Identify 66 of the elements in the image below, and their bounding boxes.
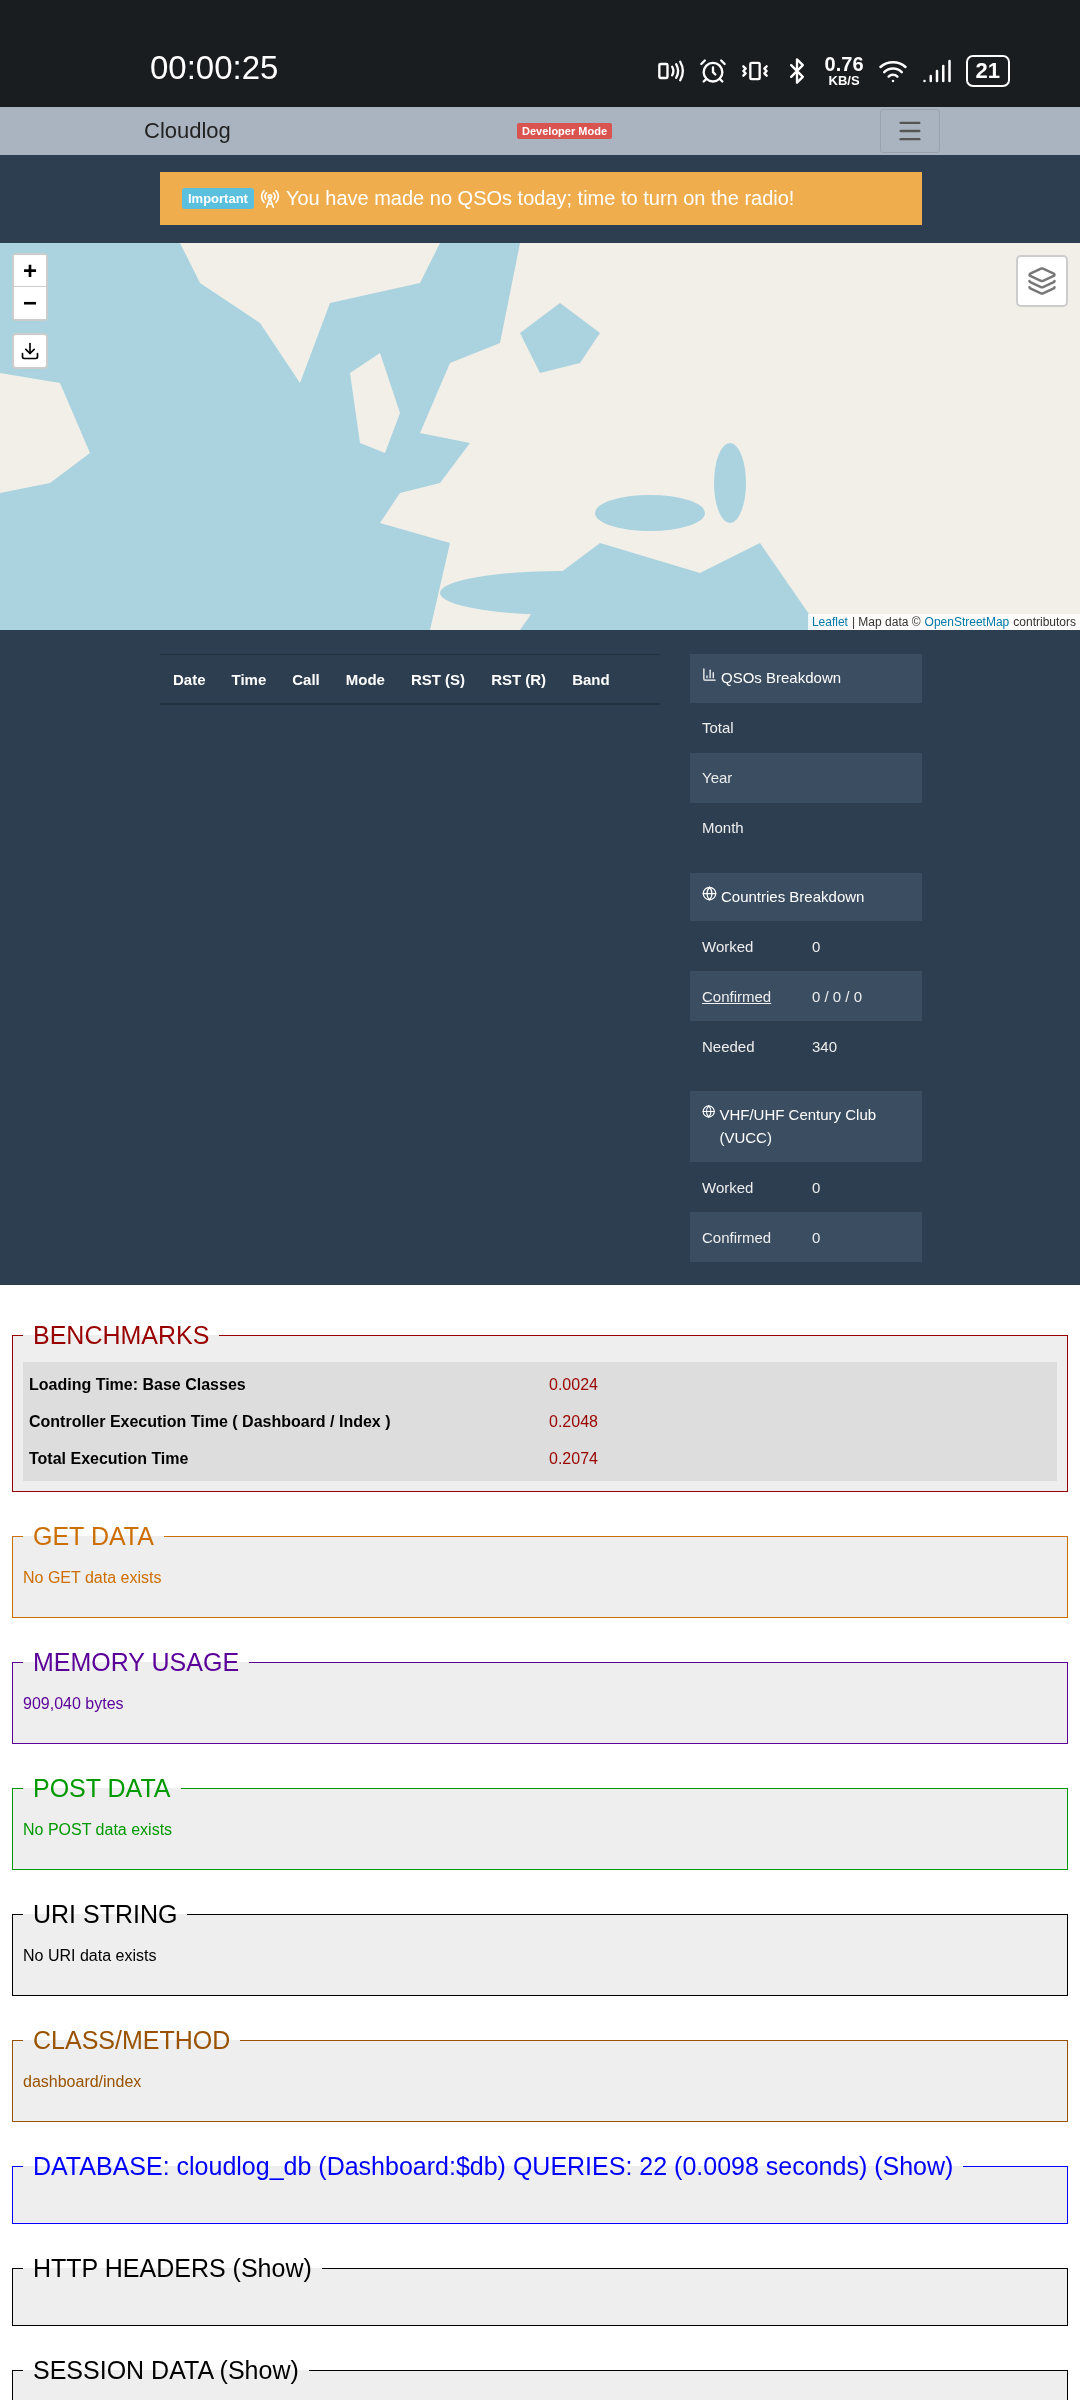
globe-icon — [702, 1104, 716, 1119]
alert-message: You have made no QSOs today; time to turn on the radio! — [285, 187, 795, 210]
panel-text: No GET data exists — [23, 1568, 163, 1588]
stats-label: Total — [702, 719, 735, 736]
leaflet-link[interactable]: Leaflet — [811, 615, 848, 629]
benchmark-label: Controller Execution Time ( Dashboard / Index ) — [29, 1412, 392, 1431]
panel-title: CLASS/METHOD — [32, 2026, 232, 2055]
stats-value: 0 — [812, 1178, 821, 1196]
panel-title[interactable]: SESSION DATA (Show) — [23, 2356, 309, 2385]
menu-button[interactable] — [880, 109, 940, 153]
stats-label: Confirmed — [702, 1228, 773, 1246]
battery-level: 21 — [965, 54, 1010, 87]
panel-title: URI STRING — [32, 1900, 179, 1929]
important-badge: Important — [182, 188, 254, 209]
panel-title: BENCHMARKS — [32, 1321, 211, 1350]
stats-value: 0 / 0 / 0 — [812, 987, 863, 1005]
bar-chart-icon — [702, 667, 717, 682]
stats-value: 0 — [812, 937, 821, 955]
card-title: Countries Breakdown — [721, 886, 865, 907]
column-header: RST (S) — [410, 670, 466, 688]
download-icon — [20, 341, 40, 361]
stats-value: 340 — [812, 1037, 838, 1055]
column-header: Date — [172, 670, 206, 688]
panel-title[interactable]: DATABASE: cloudlog_db (Dashboard:$db) QUERIES: 22 (0.0098 seconds) (Show) — [23, 2152, 964, 2181]
attribution-text: contributors — [1013, 615, 1076, 629]
benchmark-label: Loading Time: Base Classes — [29, 1375, 247, 1394]
column-header: Band — [572, 670, 610, 688]
column-header: Mode — [345, 670, 385, 688]
radio-tower-icon — [259, 188, 280, 209]
column-header: Time — [231, 670, 267, 688]
panel-title: MEMORY USAGE — [32, 1648, 241, 1677]
brand-title[interactable]: Cloudlog — [144, 118, 518, 144]
card-title: QSOs Breakdown — [721, 668, 842, 688]
confirmed-link[interactable]: Confirmed — [702, 987, 812, 1005]
alarm-icon — [698, 56, 727, 85]
stats-label: Year — [702, 769, 734, 786]
benchmark-label: Total Execution Time — [29, 1449, 190, 1468]
panel-text: No POST data exists — [23, 1820, 174, 1840]
column-header: Call — [292, 670, 320, 688]
panel-title: GET DATA — [32, 1522, 155, 1551]
panel-text: No URI data exists — [23, 1946, 158, 1966]
column-header: RST (R) — [491, 670, 547, 688]
speed-unit: KB/S — [828, 74, 860, 87]
network-speed: 0.76 — [824, 54, 864, 74]
panel-text: dashboard/index — [23, 2072, 143, 2092]
benchmark-value: 0.2048 — [549, 1412, 598, 1431]
benchmark-value: 0.0024 — [549, 1375, 598, 1394]
panel-text: 909,040 bytes — [23, 1694, 125, 1714]
panel-title: POST DATA — [32, 1774, 172, 1803]
stats-label: Needed — [702, 1037, 756, 1055]
stats-label: Worked — [702, 937, 755, 955]
attribution-text: | Map data © — [851, 615, 921, 629]
layers-button[interactable] — [1016, 255, 1068, 307]
card-title: VHF/UHF Century Club (VUCC) — [719, 1105, 878, 1148]
developer-mode-badge: Developer Mode — [517, 123, 612, 139]
globe-icon — [702, 885, 717, 901]
openstreetmap-link[interactable]: OpenStreetMap — [924, 615, 1010, 629]
stats-label: Worked — [702, 1178, 755, 1196]
layers-icon — [1027, 266, 1057, 296]
benchmark-value: 0.2074 — [549, 1449, 598, 1468]
panel-title[interactable]: HTTP HEADERS (Show) — [23, 2254, 322, 2283]
stats-label: Month — [702, 819, 745, 836]
download-button[interactable] — [12, 333, 48, 369]
zoom-in-button[interactable]: + — [14, 255, 46, 287]
clock-time: 00:00:25 — [150, 49, 280, 87]
stats-value: 0 — [812, 1228, 821, 1246]
